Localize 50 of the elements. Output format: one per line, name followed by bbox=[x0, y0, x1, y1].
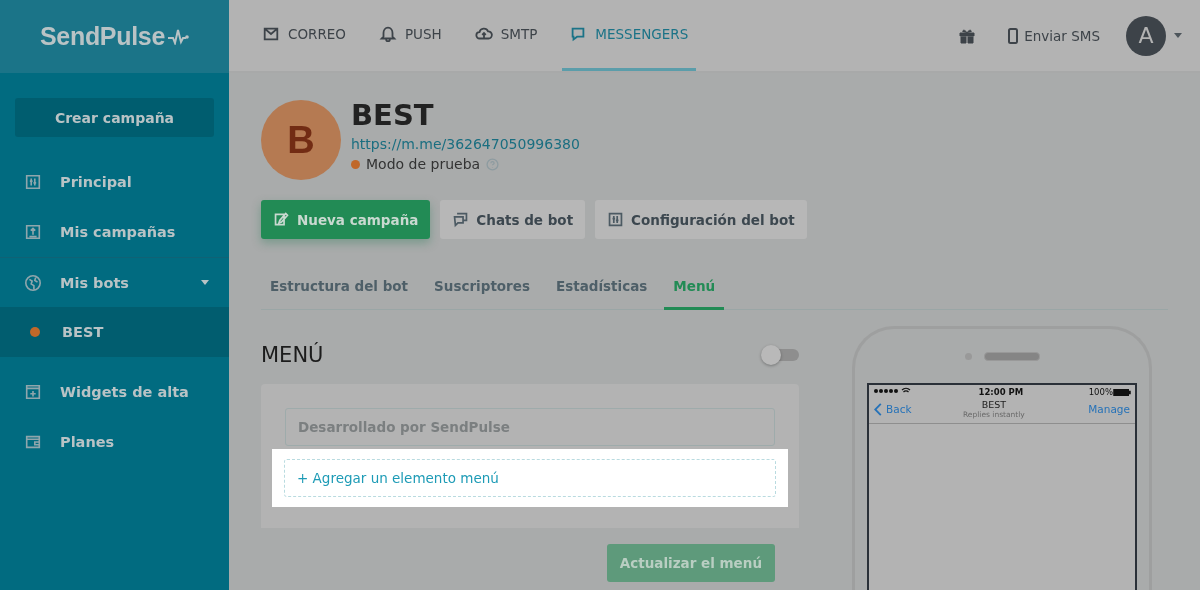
primary-action-button[interactable]: Nueva campaña bbox=[261, 200, 431, 239]
back-link[interactable]: Back bbox=[874, 402, 912, 416]
secondary-action-button[interactable]: Configuración del bot bbox=[595, 200, 807, 239]
phone-icon bbox=[1008, 27, 1019, 44]
status-text: Modo de prueba bbox=[366, 156, 481, 172]
chat-title: BEST bbox=[981, 399, 1007, 410]
speaker-icon bbox=[983, 351, 1040, 361]
nav-tab[interactable]: SMTP bbox=[474, 0, 555, 71]
chats-icon bbox=[452, 211, 470, 228]
status-dot bbox=[351, 159, 360, 169]
sidebar-item[interactable]: Mis campañas bbox=[0, 207, 229, 257]
nav-tab[interactable]: PUSH bbox=[378, 0, 459, 71]
manage-link[interactable]: Manage bbox=[1088, 403, 1130, 415]
tab[interactable]: Menú bbox=[664, 278, 725, 310]
battery-text: 100% bbox=[1088, 387, 1113, 397]
tab[interactable]: Estadísticas bbox=[546, 278, 657, 310]
update-menu-button[interactable]: Actualizar el menú bbox=[606, 544, 775, 582]
section-title: MENÚ bbox=[261, 343, 324, 367]
sliders-icon bbox=[24, 173, 42, 191]
logo-text[interactable]: SendPulse bbox=[39, 22, 166, 51]
pulse-icon bbox=[167, 28, 190, 45]
globe-icon bbox=[24, 273, 42, 292]
caret-icon[interactable] bbox=[1174, 33, 1182, 38]
widget-icon bbox=[24, 383, 42, 401]
bot-link[interactable]: https://m.me/362647050996380 bbox=[351, 136, 580, 152]
secondary-action-button[interactable]: Chats de bot bbox=[440, 200, 586, 239]
mail-icon bbox=[262, 25, 280, 43]
status-time: 12:00 PM bbox=[978, 387, 1024, 397]
send-sms-link[interactable]: Enviar SMS bbox=[1008, 27, 1100, 44]
add-menu-item-button[interactable]: + Agregar un elemento menú bbox=[284, 459, 776, 497]
upload-icon bbox=[24, 223, 42, 241]
tab[interactable]: Suscriptores bbox=[425, 278, 539, 310]
sidebar-item[interactable]: Widgets de alta bbox=[0, 367, 229, 417]
bot-name: BEST bbox=[351, 98, 435, 132]
sliders-icon bbox=[607, 211, 625, 228]
battery-icon bbox=[1113, 388, 1131, 396]
nav-tab[interactable]: CORREO bbox=[262, 0, 363, 71]
wallet-icon bbox=[24, 433, 42, 451]
sidebar-item[interactable]: Planes bbox=[0, 417, 229, 467]
chevron-left-icon bbox=[874, 402, 882, 416]
bell-icon bbox=[378, 25, 397, 43]
user-avatar[interactable]: A bbox=[1126, 15, 1166, 56]
sidebar-item[interactable]: Principal bbox=[0, 157, 229, 207]
nav-tab[interactable]: MESSENGERS bbox=[562, 0, 697, 71]
edit-icon bbox=[273, 211, 290, 228]
input-field[interactable]: Desarrollado por SendPulse bbox=[285, 408, 775, 446]
create-campaign-button[interactable]: Crear campaña bbox=[15, 98, 214, 137]
bot-avatar: B bbox=[261, 100, 341, 180]
tab[interactable]: Estructura del bot bbox=[261, 278, 418, 310]
sidebar-subitem[interactable]: BEST bbox=[0, 307, 229, 357]
